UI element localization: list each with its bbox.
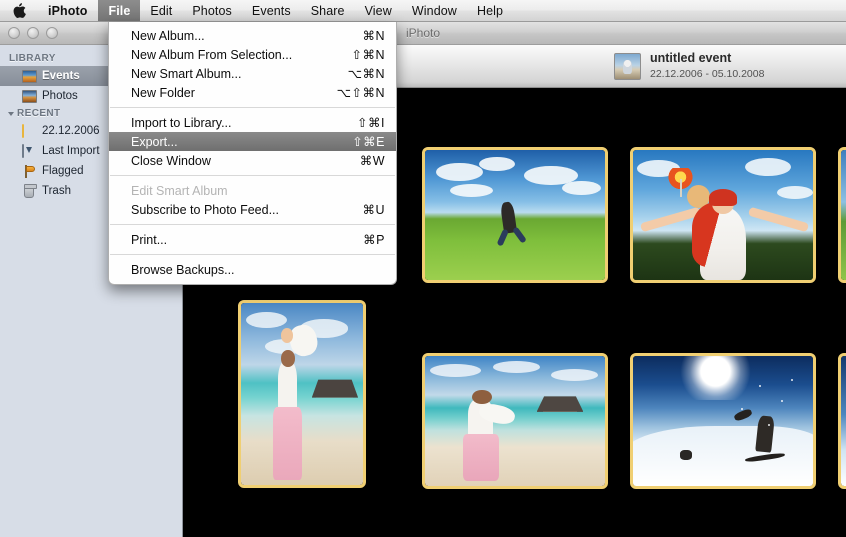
menu-item-edit-smart-album: Edit Smart Album [109,181,396,200]
sidebar-item-photos-label: Photos [42,90,78,102]
menu-item-new-smart-album[interactable]: New Smart Album... ⌥⌘N [109,64,396,83]
menu-item-label: New Album... [131,28,205,43]
event-title[interactable]: untitled event [650,51,764,67]
import-icon [22,143,37,158]
photo-snowboarders[interactable] [630,353,816,489]
event-header-text: untitled event 22.12.2006 - 05.10.2008 [650,51,764,81]
menu-item-shortcut: ⌥⇧⌘N [336,86,385,100]
photo-man-jumping-field[interactable] [422,147,608,283]
photo-mother-child-beach-portrait[interactable] [238,300,366,488]
menu-item-print[interactable]: Print... ⌘P [109,230,396,249]
menubar-app-name[interactable]: iPhoto [37,0,98,21]
menu-separator [110,224,395,225]
menu-item-export[interactable]: Export... ⇧⌘E [109,132,396,151]
file-menu-dropdown[interactable]: New Album... ⌘N New Album From Selection… [108,22,397,285]
menubar-item-window[interactable]: Window [402,0,467,21]
menu-item-label: Close Window [131,153,211,168]
trash-icon [22,184,37,198]
menubar-item-help[interactable]: Help [467,0,513,21]
photos-icon [22,89,37,103]
sidebar-group-recent-label: RECENT [17,108,61,119]
iphoto-window: iPhoto File Edit Photos Events Share Vie… [0,0,846,537]
menubar-item-events[interactable]: Events [242,0,301,21]
menu-separator [110,175,395,176]
menubar-item-share[interactable]: Share [301,0,355,21]
menu-item-shortcut: ⌘N [362,29,385,43]
event-thumbnail[interactable] [614,52,641,80]
menu-item-label: New Folder [131,85,195,100]
menu-item-shortcut: ⌘W [359,154,385,168]
menu-item-shortcut: ⇧⌘E [352,135,385,149]
menubar-item-photos[interactable]: Photos [182,0,242,21]
menubar-item-edit[interactable]: Edit [140,0,182,21]
menu-item-label: Edit Smart Album [131,183,228,198]
menu-item-new-album-from-selection[interactable]: New Album From Selection... ⇧⌘N [109,45,396,64]
menu-item-close-window[interactable]: Close Window ⌘W [109,151,396,170]
apple-logo-icon[interactable] [0,0,37,21]
menu-item-label: Print... [131,232,168,247]
menu-item-import-to-library[interactable]: Import to Library... ⇧⌘I [109,113,396,132]
menu-bar: iPhoto File Edit Photos Events Share Vie… [0,0,846,22]
sidebar-item-events-label: Events [42,70,80,82]
menu-item-browse-backups[interactable]: Browse Backups... [109,260,396,279]
menu-item-shortcut: ⌘P [363,233,385,247]
sidebar-item-flagged-label: Flagged [42,165,84,177]
events-icon [22,69,37,83]
event-square-icon [22,123,37,138]
menu-item-shortcut: ⇧⌘N [351,48,385,62]
menu-item-shortcut: ⌘U [362,203,385,217]
photo-edge-bottom-right[interactable] [838,353,846,489]
sidebar-group-library-label: LIBRARY [9,53,56,64]
menu-item-label: New Album From Selection... [131,47,293,62]
menu-item-subscribe-to-photo-feed[interactable]: Subscribe to Photo Feed... ⌘U [109,200,396,219]
menu-separator [110,107,395,108]
menu-item-new-album[interactable]: New Album... ⌘N [109,26,396,45]
menu-item-shortcut: ⇧⌘I [357,116,385,130]
photo-edge-top-right[interactable] [838,147,846,283]
menu-item-shortcut: ⌥⌘N [347,67,385,81]
photo-girls-pinwheel[interactable] [630,147,816,283]
photo-mother-child-beach[interactable] [422,353,608,489]
menu-item-label: New Smart Album... [131,66,242,81]
menubar-item-file[interactable]: File [98,0,141,21]
event-dates: 22.12.2006 - 05.10.2008 [650,67,765,80]
menu-item-label: Import to Library... [131,115,232,130]
menu-item-new-folder[interactable]: New Folder ⌥⇧⌘N [109,83,396,102]
sidebar-item-last-import-label: Last Import [42,145,100,157]
menu-item-label: Browse Backups... [131,262,235,277]
menu-item-label: Export... [131,134,178,149]
flag-icon [22,164,37,178]
menubar-item-view[interactable]: View [355,0,402,21]
sidebar-item-trash-label: Trash [42,185,71,197]
sidebar-item-22-12-2006-label: 22.12.2006 [42,125,100,137]
chevron-down-icon[interactable] [8,111,14,116]
menu-item-label: Subscribe to Photo Feed... [131,202,280,217]
menu-separator [110,254,395,255]
